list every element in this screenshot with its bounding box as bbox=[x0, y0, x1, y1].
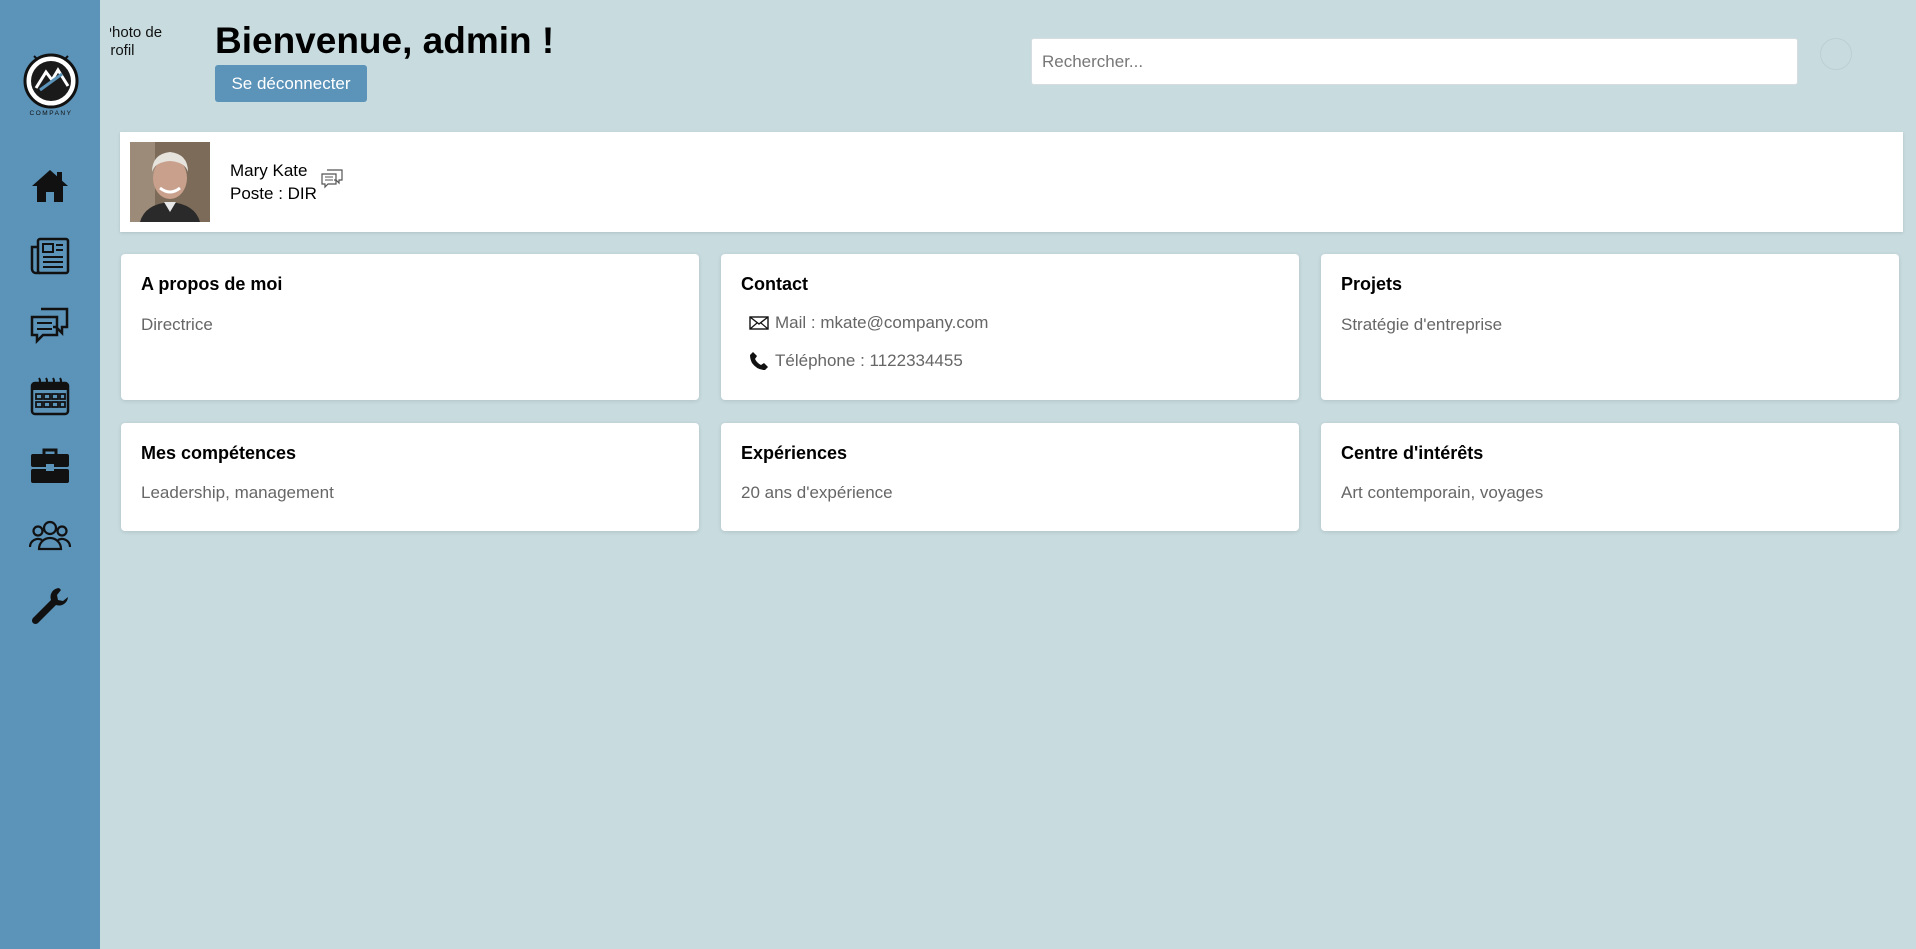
home-icon bbox=[32, 170, 68, 202]
nav-settings[interactable] bbox=[28, 584, 72, 628]
about-title: A propos de moi bbox=[141, 274, 283, 294]
users-icon bbox=[29, 520, 71, 551]
chat-icon bbox=[30, 307, 69, 345]
contact-title: Contact bbox=[741, 274, 808, 294]
newspaper-icon bbox=[30, 237, 70, 275]
logout-button[interactable]: Se déconnecter bbox=[215, 65, 367, 102]
about-card: A propos de moi Directrice bbox=[121, 254, 699, 400]
company-logo[interactable]: COMPANY bbox=[22, 52, 80, 118]
wrench-icon bbox=[31, 588, 68, 625]
phone-icon bbox=[750, 352, 768, 370]
user-menu-button[interactable] bbox=[1820, 38, 1852, 70]
skills-value: Leadership, management bbox=[141, 483, 334, 502]
page-title: Bienvenue, admin ! bbox=[215, 20, 555, 61]
profile-name: Mary Kate bbox=[230, 161, 308, 180]
contact-phone-text: Téléphone : 1122334455 bbox=[775, 351, 963, 370]
projects-value: Stratégie d'entreprise bbox=[1341, 315, 1503, 334]
skills-title: Mes compétences bbox=[141, 443, 297, 463]
nav-team[interactable] bbox=[28, 514, 72, 558]
profile-photo bbox=[130, 142, 210, 222]
skills-card: Mes compétences Leadership, management bbox=[121, 423, 699, 531]
contact-phone[interactable]: Téléphone : 1122334455 bbox=[749, 351, 963, 371]
about-value: Directrice bbox=[141, 315, 213, 334]
search-input[interactable] bbox=[1031, 38, 1798, 85]
nav-chat[interactable] bbox=[28, 304, 72, 348]
nav-home[interactable] bbox=[28, 164, 72, 208]
experience-title: Expériences bbox=[741, 443, 848, 463]
contact-mail-text: Mail : mkate@company.com bbox=[775, 313, 989, 332]
contact-mail[interactable]: Mail : mkate@company.com bbox=[749, 313, 988, 333]
nav-projects[interactable] bbox=[28, 444, 72, 488]
sidebar: COMPANY bbox=[0, 0, 100, 949]
projects-card: Projets Stratégie d'entreprise bbox=[1321, 254, 1899, 400]
envelope-icon bbox=[749, 316, 769, 330]
contact-card: Contact Mail : mkate@company.com Télépho… bbox=[721, 254, 1299, 400]
calendar-icon bbox=[30, 377, 70, 416]
nav-news[interactable] bbox=[28, 234, 72, 278]
briefcase-icon bbox=[31, 448, 69, 483]
interests-value: Art contemporain, voyages bbox=[1341, 483, 1544, 502]
nav-calendar[interactable] bbox=[28, 374, 72, 418]
interests-title: Centre d'intérêts bbox=[1341, 443, 1484, 463]
profile-role: Poste : DIR bbox=[230, 184, 317, 203]
experience-card: Expériences 20 ans d'expérience bbox=[721, 423, 1299, 531]
avatar[interactable]: Photo de profil bbox=[110, 24, 180, 64]
profile-header: Mary Kate Poste : DIR bbox=[120, 132, 1903, 232]
interests-card: Centre d'intérêts Art contemporain, voya… bbox=[1321, 423, 1899, 531]
projects-title: Projets bbox=[1341, 274, 1403, 294]
message-icon[interactable] bbox=[320, 168, 344, 190]
experience-value: 20 ans d'expérience bbox=[741, 483, 893, 502]
svg-text:COMPANY: COMPANY bbox=[30, 110, 73, 117]
